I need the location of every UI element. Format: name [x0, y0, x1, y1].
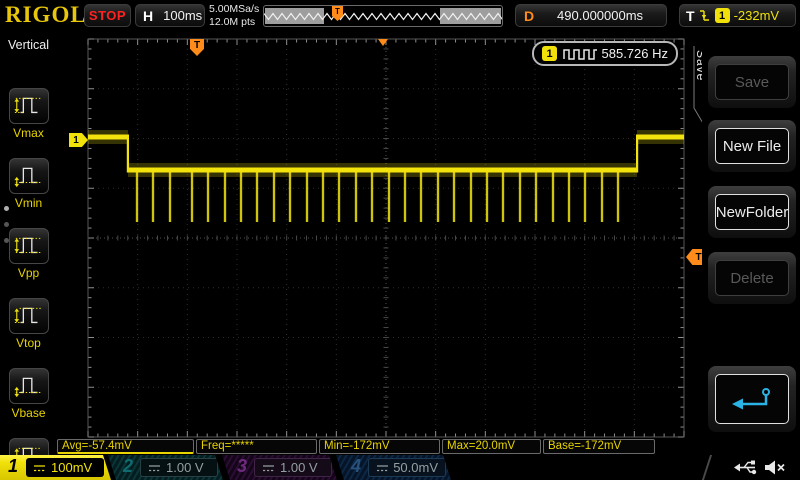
freq-value: Freq=*****: [201, 440, 254, 452]
vbase-measure-icon: [13, 369, 45, 404]
measure-item-vpp[interactable]: Vpp: [0, 228, 57, 280]
waveform-overview-thumbnail[interactable]: T: [263, 5, 503, 27]
vmax-measure-icon: [13, 89, 45, 124]
vtop-label: Vtop: [16, 336, 41, 350]
horizontal-timebase-box[interactable]: H 100ms: [135, 4, 205, 27]
freq-counter-channel-badge: 1: [542, 46, 557, 61]
delete-button[interactable]: Delete: [708, 252, 796, 304]
menu-page-dot: [4, 238, 9, 243]
avg-value: Avg=-57.4mV: [62, 440, 132, 452]
measure-item-vmax[interactable]: Vmax: [0, 88, 57, 140]
dc-coupling-icon: [149, 464, 160, 471]
channel-1-tab[interactable]: 1 100mV: [0, 455, 111, 480]
vpp-measure-icon: [13, 229, 45, 264]
channel-4-tab[interactable]: 4 50.0mV: [336, 455, 451, 480]
measure-item-vmin[interactable]: Vmin: [0, 158, 57, 210]
channel-1-scale: 100mV: [51, 460, 93, 475]
channel-3-scale: 1.00 V: [280, 460, 318, 475]
save-softkey-menu: Save New File NewFolder Delete: [702, 32, 800, 455]
freq-counter-value: 585.726 Hz: [601, 46, 669, 61]
channel-1-scale-box: 100mV: [26, 458, 104, 477]
memory-depth: 12.0M pts: [209, 16, 256, 28]
channel-3-number: 3: [237, 456, 248, 476]
new-folder-button-label: NewFolder: [715, 194, 789, 230]
square-wave-icon: [563, 48, 597, 60]
vbase-label: Vbase: [11, 406, 46, 420]
vpp-label: Vpp: [17, 266, 40, 280]
base-value: Base=-172mV: [548, 440, 622, 452]
delay-value: 490.000000ms: [557, 8, 644, 23]
vmax-label: Vmax: [13, 126, 44, 140]
oscilloscope-screen: RIGOL STOP H 100ms 5.00MSa/s 12.0M pts T…: [0, 0, 800, 480]
dc-coupling-icon: [34, 464, 45, 471]
trigger-label: T: [686, 7, 695, 24]
channel-2-tab[interactable]: 2 1.00 V: [108, 455, 223, 480]
trigger-level-letter: T: [695, 251, 702, 263]
delay-label: D: [524, 7, 535, 24]
channel-1-number: 1: [8, 456, 19, 476]
speaker-muted-icon[interactable]: [763, 458, 787, 477]
save-button-label: Save: [715, 64, 789, 100]
return-arrow-icon: [732, 388, 770, 410]
delete-button-label: Delete: [715, 260, 789, 296]
channel1-marker-number: 1: [73, 134, 79, 146]
return-button[interactable]: [708, 366, 796, 432]
measurement-base: Base=-172mV: [543, 439, 655, 454]
acquisition-info: 5.00MSa/s 12.0M pts: [209, 3, 259, 29]
measure-item-vbase[interactable]: Vbase: [0, 368, 57, 420]
measurement-max: Max=20.0mV: [442, 439, 541, 454]
channel-2-scale: 1.00 V: [166, 460, 204, 475]
svg-text:T: T: [335, 7, 340, 16]
trigger-level-value: -232mV: [733, 8, 780, 23]
measure-menu-title: Vertical: [8, 38, 49, 52]
dc-coupling-icon: [263, 464, 274, 471]
trigger-source-badge: 1: [714, 8, 730, 23]
channel-2-number: 2: [123, 456, 134, 476]
dc-coupling-icon: [377, 464, 388, 471]
scope-grid-and-trace: [87, 38, 685, 438]
channel-status-bar: 1 100mV 2 1.00 V 3 1.00 V 4 50.0mV: [0, 455, 800, 480]
max-value: Max=20.0mV: [447, 440, 516, 452]
new-file-button[interactable]: New File: [708, 120, 796, 172]
new-folder-button[interactable]: NewFolder: [708, 186, 796, 238]
top-status-bar: RIGOL STOP H 100ms 5.00MSa/s 12.0M pts T…: [0, 0, 800, 33]
falling-edge-icon: [699, 10, 709, 21]
status-bar-divider: [701, 455, 713, 480]
menu-page-dot: [4, 222, 9, 227]
channel-4-number: 4: [351, 456, 362, 476]
channel-4-scale: 50.0mV: [393, 460, 438, 475]
channel-4-scale-box: 50.0mV: [368, 458, 446, 477]
thumbnail-waveform: T: [264, 6, 502, 24]
channel-3-tab[interactable]: 3 1.00 V: [222, 455, 337, 480]
measurement-avg: Avg=-57.4mV: [57, 439, 194, 454]
trigger-status-box[interactable]: T 1 -232mV: [679, 4, 796, 27]
delay-center-indicator-icon: [378, 39, 388, 46]
trigger-position-letter: T: [193, 39, 201, 51]
waveform-display: T 1 T 1 585.726 Hz: [57, 32, 706, 438]
sample-rate: 5.00MSa/s: [209, 3, 260, 15]
save-button[interactable]: Save: [708, 56, 796, 108]
measure-item-vtop[interactable]: Vtop: [0, 298, 57, 350]
measurement-freq: Freq=*****: [196, 439, 317, 454]
horizontal-label: H: [143, 7, 154, 24]
channel-3-scale-box: 1.00 V: [254, 458, 332, 477]
measure-menu: Vertical Vmax Vmin Vpp Vtop Vbase Vamp: [0, 32, 57, 480]
vmin-measure-icon: [13, 159, 45, 194]
run-state-indicator[interactable]: STOP: [84, 4, 131, 27]
new-file-button-label: New File: [715, 128, 789, 164]
trigger-delay-box[interactable]: D 490.000000ms: [515, 4, 667, 27]
timebase-value: 100ms: [163, 8, 203, 23]
frequency-counter-readout: 1 585.726 Hz: [532, 41, 678, 66]
menu-page-dot-active: [4, 206, 9, 211]
min-value: Min=-172mV: [324, 440, 390, 452]
run-state-label: STOP: [88, 8, 127, 23]
channel-2-scale-box: 1.00 V: [140, 458, 218, 477]
usb-icon[interactable]: [733, 458, 759, 477]
measurement-min: Min=-172mV: [319, 439, 440, 454]
vtop-measure-icon: [13, 299, 45, 334]
rigol-logo: RIGOL: [5, 2, 87, 27]
